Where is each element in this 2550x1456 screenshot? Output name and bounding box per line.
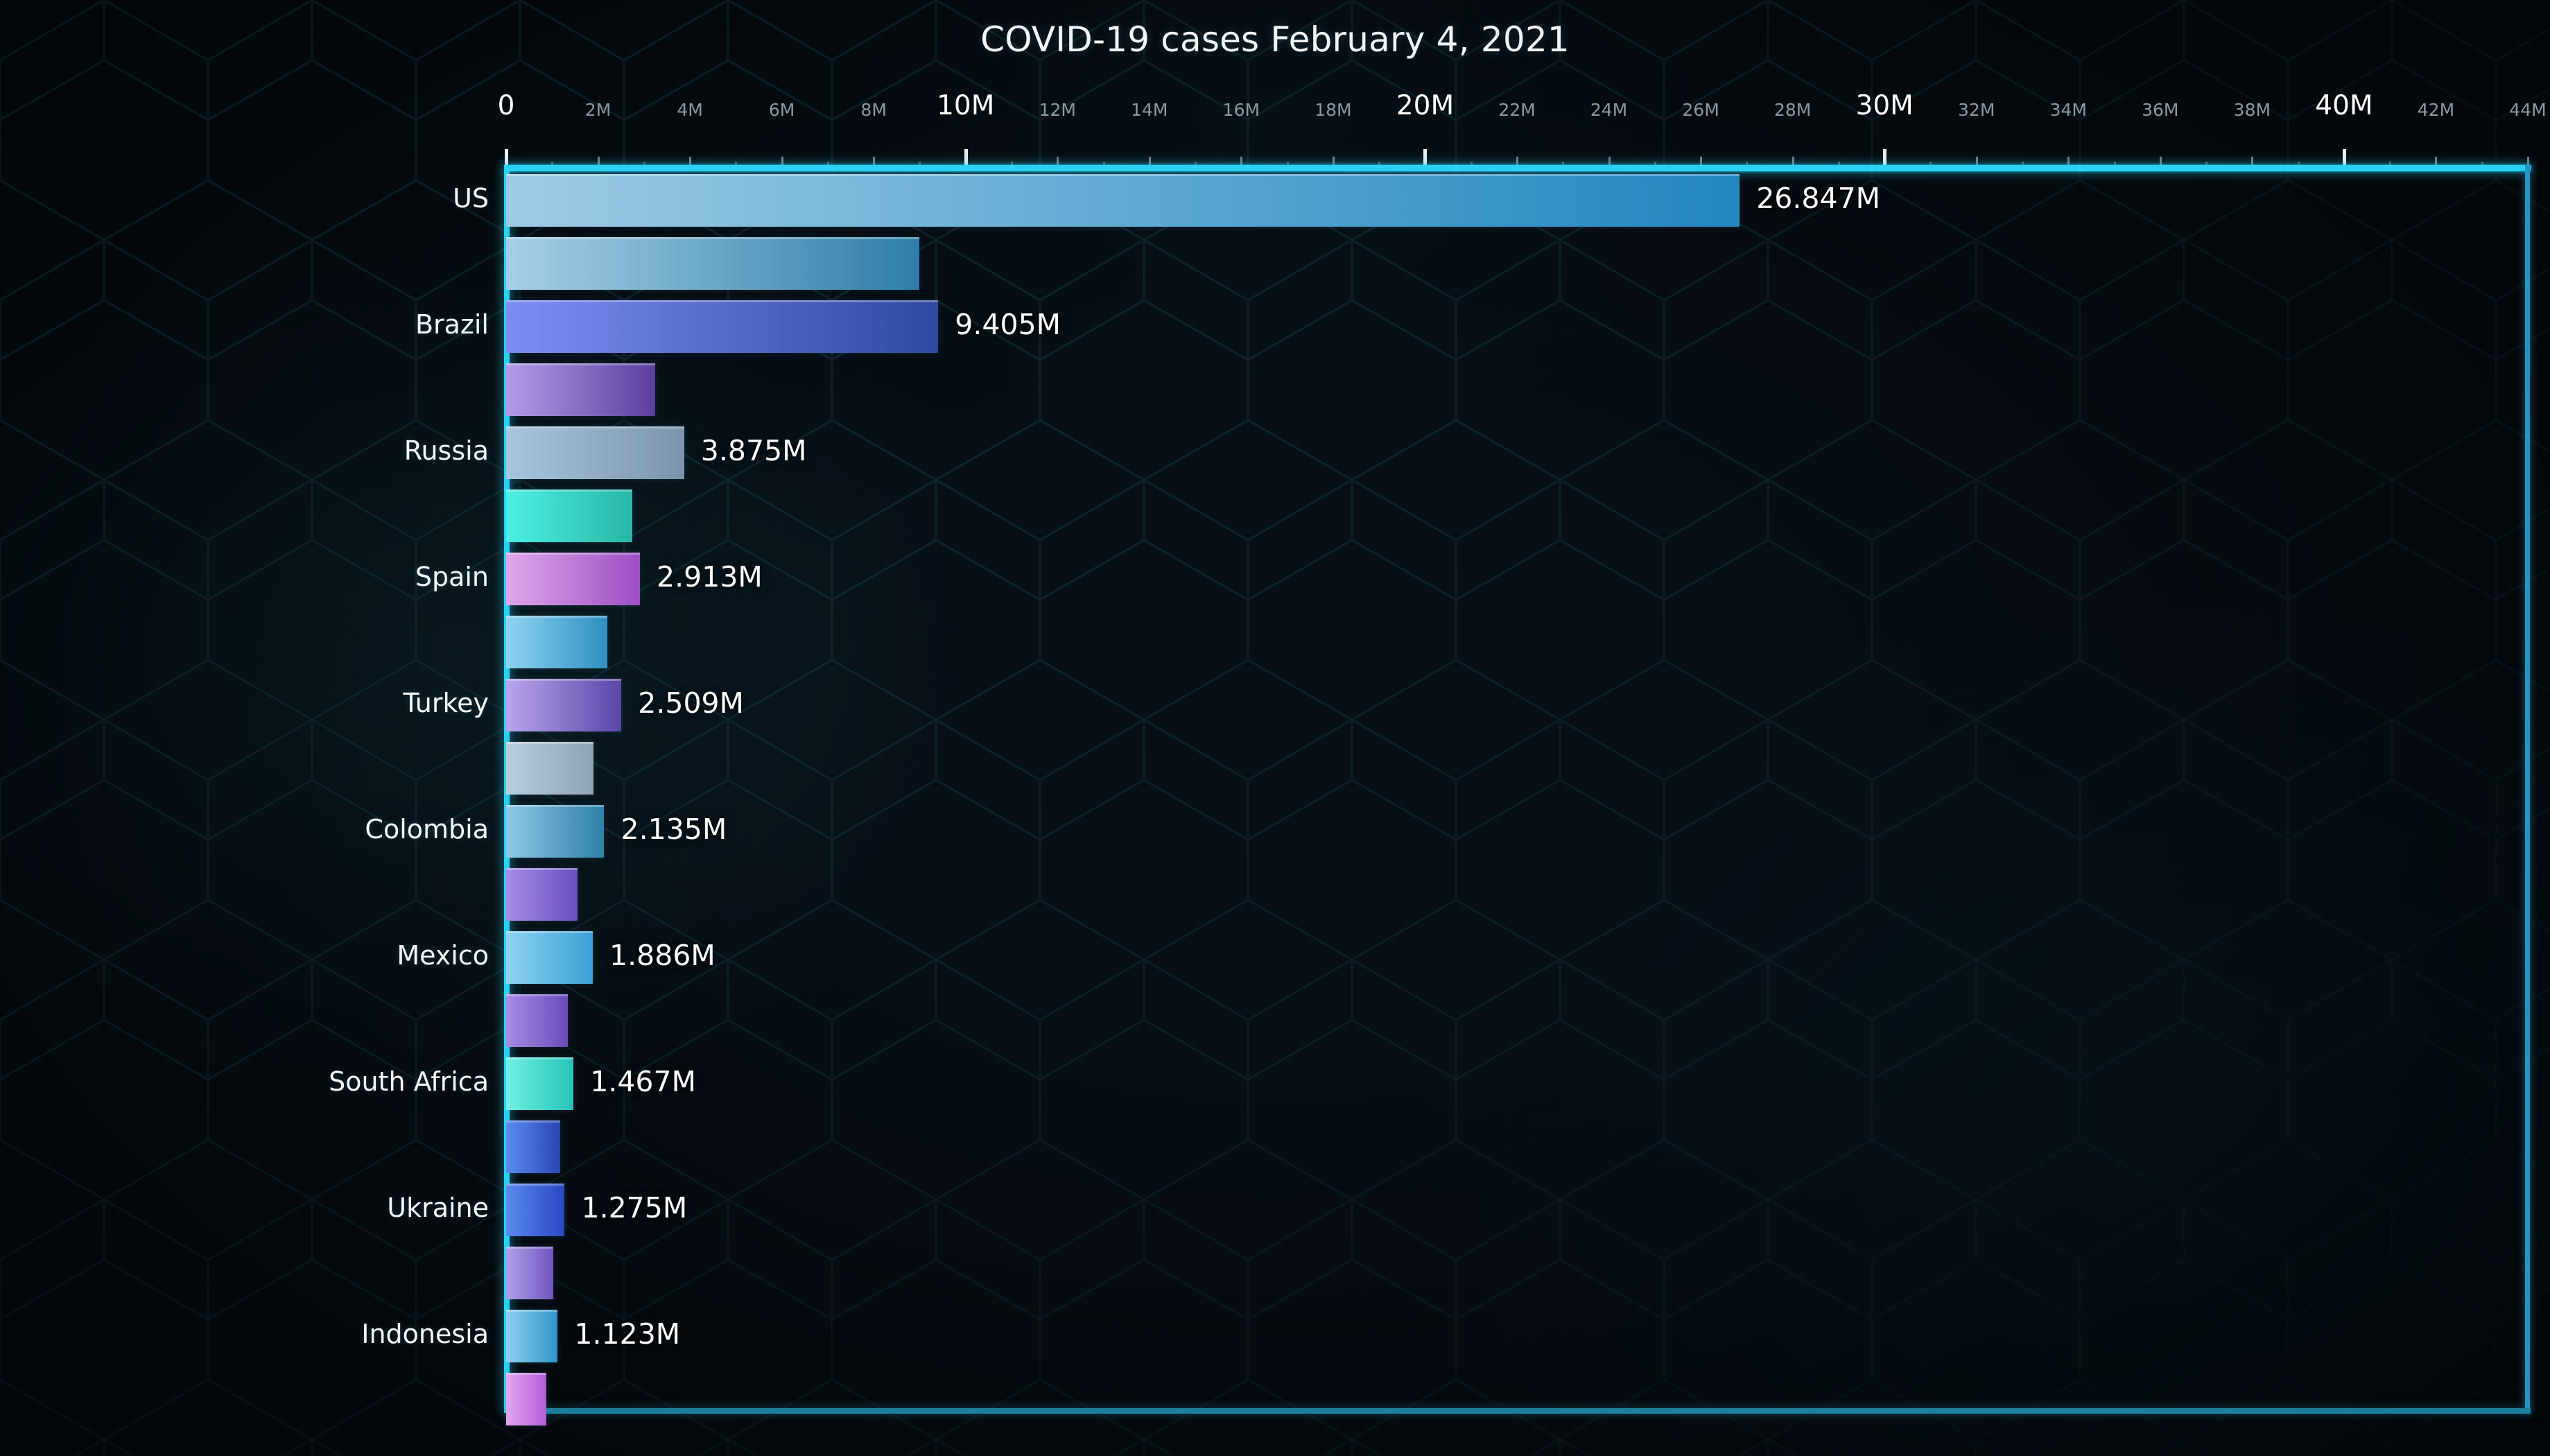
bar-secondary[interactable] xyxy=(506,1373,547,1425)
axis-tick-label: 42M xyxy=(2417,100,2455,120)
axis-tick-label: 20M xyxy=(1396,90,1455,121)
bar-category-label: Ukraine xyxy=(387,1193,489,1223)
chart-canvas: COVID-19 cases February 4, 2021 0 2M 4M 6M 8… xyxy=(0,0,2550,1456)
axis-tick-label: 6M xyxy=(768,100,795,120)
bar-primary[interactable] xyxy=(506,553,641,605)
axis-tick-label: 34M xyxy=(2049,100,2087,120)
axis-tick-label: 26M xyxy=(1682,100,1719,120)
bar-value-label: 1.886M xyxy=(609,939,715,972)
bar-value-label: 1.275M xyxy=(581,1191,688,1224)
axis-tick-label: 38M xyxy=(2233,100,2271,120)
bar-secondary[interactable] xyxy=(506,1247,553,1299)
bar-primary[interactable] xyxy=(506,1057,574,1110)
bar-secondary[interactable] xyxy=(506,868,578,921)
bar-value-label: 9.405M xyxy=(955,308,1061,341)
bar-value-label: 2.913M xyxy=(657,560,763,593)
bar-secondary[interactable] xyxy=(506,616,607,668)
axis-tick-label: 14M xyxy=(1131,100,1168,120)
axis-tick-label: 24M xyxy=(1590,100,1628,120)
bar-primary[interactable] xyxy=(506,805,605,858)
axis-tick-label: 8M xyxy=(860,100,887,120)
bar-category-label: Brazil xyxy=(415,309,489,340)
bar-category-label: Spain xyxy=(415,562,489,592)
bar-secondary[interactable] xyxy=(506,363,656,416)
bar-category-label: Indonesia xyxy=(361,1319,489,1349)
bar-category-label: South Africa xyxy=(329,1066,489,1097)
bar-value-label: 1.467M xyxy=(590,1065,696,1098)
bar-primary[interactable] xyxy=(506,1184,565,1236)
bar-value-label: 2.509M xyxy=(638,686,745,720)
bar-value-label: 2.135M xyxy=(621,813,727,846)
axis-tick-label: 28M xyxy=(1773,100,1812,120)
axis-tick-label: 32M xyxy=(1958,100,1995,120)
bar-primary[interactable] xyxy=(506,426,684,479)
axis-tick-label: 16M xyxy=(1222,100,1260,120)
bar-value-label: 3.875M xyxy=(700,434,807,467)
axis-tick-label: 18M xyxy=(1315,100,1352,120)
bar-category-label: Mexico xyxy=(397,940,489,971)
bar-category-label: Turkey xyxy=(403,688,489,718)
bar-primary[interactable] xyxy=(506,174,1740,227)
axis-tick-label: 0 xyxy=(497,90,515,121)
bar-secondary[interactable] xyxy=(506,237,920,290)
axis-tick-label: 30M xyxy=(1855,90,1914,121)
axis-tick-label: 12M xyxy=(1039,100,1076,120)
bar-secondary[interactable] xyxy=(506,742,593,795)
bar-category-label: US xyxy=(453,183,489,214)
axis-tick-label: 10M xyxy=(937,90,995,121)
axis-tick-label: 4M xyxy=(677,100,703,120)
bar-primary[interactable] xyxy=(506,300,939,353)
bar-secondary[interactable] xyxy=(506,994,569,1047)
bar-primary[interactable] xyxy=(506,1310,558,1362)
bar-value-label: 26.847M xyxy=(1756,182,1881,215)
bar-category-label: Colombia xyxy=(365,814,489,844)
axis-tick-label: 44M xyxy=(2509,100,2547,120)
axis-tick-label: 22M xyxy=(1498,100,1536,120)
bar-value-label: 1.123M xyxy=(574,1317,681,1351)
axis-tick-label: 2M xyxy=(584,100,612,120)
axis-tick-label: 40M xyxy=(2315,90,2373,121)
bar-primary[interactable] xyxy=(506,931,593,984)
bar-primary[interactable] xyxy=(506,679,622,731)
axis-tick-label: 36M xyxy=(2142,100,2179,120)
bar-category-label: Russia xyxy=(404,435,489,466)
axis-tick-layer: 0 2M 4M 6M 8M 10M 12M 14M 16M 18M 20M 22M 24M 26M 28M 3… xyxy=(0,0,2550,170)
bar-secondary[interactable] xyxy=(506,489,633,542)
bar-secondary[interactable] xyxy=(506,1120,561,1173)
bars-container: US 26.847M Brazil 9.405M Russia 3.875M Spain 2.… xyxy=(329,170,2528,1425)
